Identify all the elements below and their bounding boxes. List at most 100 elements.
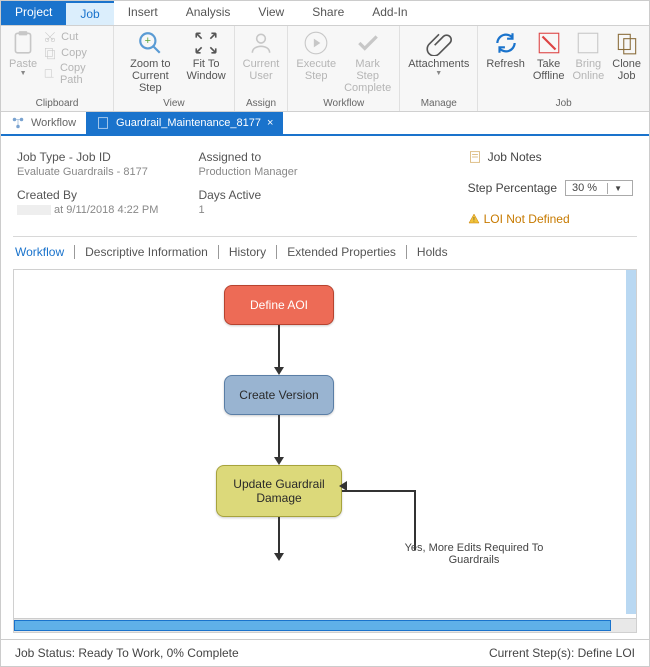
chevron-down-icon[interactable]: ▼ bbox=[607, 183, 632, 194]
doc-tab-guardrail[interactable]: Guardrail_Maintenance_8177 × bbox=[86, 112, 283, 134]
job-type-label: Job Type - Job ID bbox=[17, 150, 158, 164]
arrow-head-icon bbox=[339, 481, 347, 491]
arrow-head-icon bbox=[274, 367, 284, 375]
paste-button[interactable]: Paste ▼ bbox=[5, 28, 41, 80]
edge-1 bbox=[278, 325, 280, 367]
status-left: Job Status: Ready To Work, 0% Complete bbox=[15, 646, 239, 660]
ribbon-group-workflow: Execute Step Mark Step Complete Workflow bbox=[288, 26, 400, 111]
svg-text:+: + bbox=[145, 35, 151, 47]
clone-job-button[interactable]: Clone Job bbox=[608, 28, 645, 84]
node-update-guardrail[interactable]: Update Guardrail Damage bbox=[216, 465, 342, 517]
document-tabs: Workflow Guardrail_Maintenance_8177 × bbox=[1, 112, 649, 136]
assign-group-label: Assign bbox=[239, 96, 284, 111]
days-active-label: Days Active bbox=[198, 188, 297, 202]
mark-complete-button[interactable]: Mark Step Complete bbox=[340, 28, 395, 96]
warning-icon: ! bbox=[468, 213, 480, 225]
workflow-group-label: Workflow bbox=[292, 96, 395, 111]
tab-project[interactable]: Project bbox=[1, 1, 66, 25]
loi-warning: ! LOI Not Defined bbox=[468, 212, 633, 226]
clone-icon bbox=[614, 30, 640, 56]
edge-3 bbox=[278, 517, 280, 557]
zoom-icon: + bbox=[137, 30, 163, 56]
job-file-icon bbox=[96, 116, 110, 130]
created-by-value: at 9/11/2018 4:22 PM bbox=[17, 204, 158, 216]
manage-group-label: Manage bbox=[404, 96, 473, 111]
node-create-version[interactable]: Create Version bbox=[224, 375, 334, 415]
scrollbar-thumb[interactable] bbox=[14, 620, 611, 631]
tab-insert[interactable]: Insert bbox=[114, 1, 172, 25]
tab-addin[interactable]: Add-In bbox=[358, 1, 421, 25]
close-tab-button[interactable]: × bbox=[267, 117, 273, 129]
job-sub-tabs: Workflow Descriptive Information History… bbox=[1, 237, 649, 269]
cut-icon bbox=[43, 30, 57, 44]
subtab-history[interactable]: History bbox=[219, 245, 277, 259]
ribbon-group-job: Refresh Take Offline Bring Online Clone … bbox=[478, 26, 649, 111]
doc-tab-workflow[interactable]: Workflow bbox=[1, 112, 86, 134]
clipboard-group-label: Clipboard bbox=[5, 96, 109, 111]
subtab-holds[interactable]: Holds bbox=[407, 245, 458, 259]
node-define-aoi[interactable]: Define AOI bbox=[224, 285, 334, 325]
tab-share[interactable]: Share bbox=[298, 1, 358, 25]
status-right: Current Step(s): Define LOI bbox=[489, 646, 635, 660]
take-offline-icon bbox=[536, 30, 562, 56]
ribbon: Paste ▼ Cut Copy Copy Path Clipboard + Z… bbox=[1, 26, 649, 112]
chevron-down-icon: ▼ bbox=[20, 70, 27, 78]
copy-icon bbox=[43, 46, 57, 60]
edge-2 bbox=[278, 415, 280, 457]
horizontal-scrollbar[interactable] bbox=[14, 618, 636, 632]
paperclip-icon bbox=[426, 30, 452, 56]
tab-view[interactable]: View bbox=[244, 1, 298, 25]
bring-online-icon bbox=[575, 30, 601, 56]
workflow-diagram-icon bbox=[11, 116, 25, 130]
bring-online-button[interactable]: Bring Online bbox=[568, 28, 608, 84]
copy-path-button[interactable]: Copy Path bbox=[43, 62, 107, 86]
attachments-button[interactable]: Attachments ▼ bbox=[404, 28, 473, 80]
tab-analysis[interactable]: Analysis bbox=[172, 1, 245, 25]
assigned-to-value: Production Manager bbox=[198, 166, 297, 178]
edge-label-more-edits: Yes, More Edits Required To Guardrails bbox=[394, 542, 554, 566]
edge-loop-h bbox=[342, 490, 416, 492]
check-icon bbox=[355, 30, 381, 56]
subtab-descriptive[interactable]: Descriptive Information bbox=[75, 245, 219, 259]
assigned-to-label: Assigned to bbox=[198, 150, 297, 164]
arrow-head-icon bbox=[274, 457, 284, 465]
current-user-button[interactable]: Current User bbox=[239, 28, 284, 84]
tab-job[interactable]: Job bbox=[66, 1, 113, 25]
created-by-label: Created By bbox=[17, 188, 158, 202]
ribbon-group-view: + Zoom to Current Step Fit To Window Vie… bbox=[114, 26, 235, 111]
arrow-head-icon bbox=[274, 553, 284, 561]
paste-label: Paste bbox=[9, 58, 37, 70]
copy-button[interactable]: Copy bbox=[43, 46, 107, 60]
subtab-extended[interactable]: Extended Properties bbox=[277, 245, 407, 259]
view-group-label: View bbox=[118, 96, 230, 111]
edge-loop-v bbox=[414, 490, 416, 550]
days-active-value: 1 bbox=[198, 204, 297, 216]
play-icon bbox=[303, 30, 329, 56]
take-offline-button[interactable]: Take Offline bbox=[529, 28, 569, 84]
ribbon-group-assign: Current User Assign bbox=[235, 26, 289, 111]
vertical-scrollbar[interactable] bbox=[626, 270, 636, 614]
chevron-down-icon: ▼ bbox=[435, 70, 442, 78]
copy-path-icon bbox=[43, 67, 56, 81]
zoom-current-step-button[interactable]: + Zoom to Current Step bbox=[118, 28, 183, 96]
step-percentage-label: Step Percentage bbox=[468, 181, 557, 195]
workflow-canvas[interactable]: Define AOI Create Version Update Guardra… bbox=[13, 269, 637, 633]
step-percentage-input[interactable]: 30 % ▼ bbox=[565, 180, 633, 196]
status-bar: Job Status: Ready To Work, 0% Complete C… bbox=[1, 639, 649, 666]
main-menu: Project Job Insert Analysis View Share A… bbox=[1, 1, 649, 26]
refresh-icon bbox=[493, 30, 519, 56]
fit-window-icon bbox=[193, 30, 219, 56]
cut-button[interactable]: Cut bbox=[43, 30, 107, 44]
ribbon-group-manage: Attachments ▼ Manage bbox=[400, 26, 478, 111]
redacted-user bbox=[17, 205, 51, 215]
job-group-label: Job bbox=[482, 96, 645, 111]
user-icon bbox=[248, 30, 274, 56]
execute-step-button[interactable]: Execute Step bbox=[292, 28, 340, 84]
paste-icon bbox=[10, 30, 36, 56]
ribbon-group-clipboard: Paste ▼ Cut Copy Copy Path Clipboard bbox=[1, 26, 114, 111]
refresh-button[interactable]: Refresh bbox=[482, 28, 529, 72]
job-notes-button[interactable]: Job Notes bbox=[468, 150, 633, 164]
notes-icon bbox=[468, 150, 482, 164]
fit-window-button[interactable]: Fit To Window bbox=[183, 28, 230, 84]
subtab-workflow[interactable]: Workflow bbox=[15, 245, 75, 259]
